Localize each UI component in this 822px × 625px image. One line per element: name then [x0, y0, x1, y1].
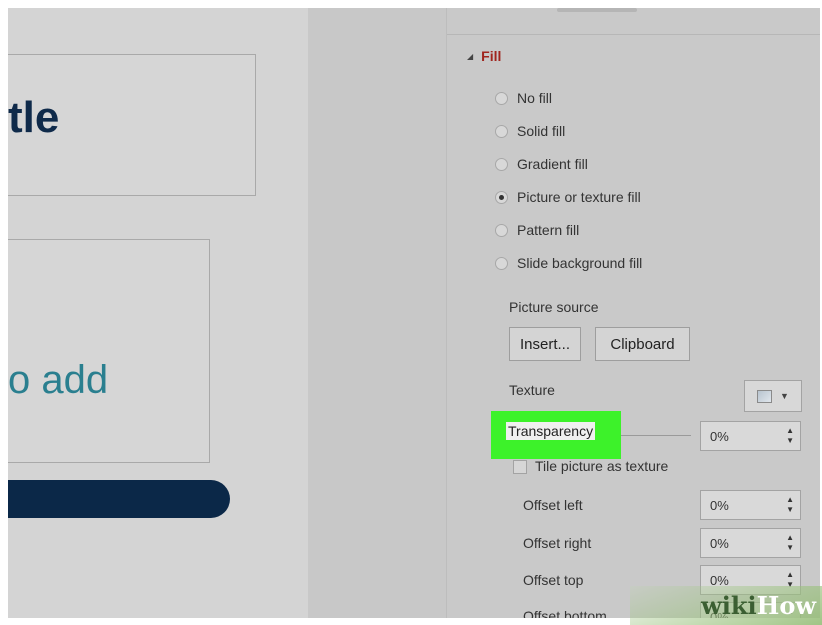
- fill-option-label: No fill: [517, 90, 553, 106]
- spinner-arrows-icon[interactable]: ▲▼: [786, 533, 794, 553]
- tile-label: Tile picture as texture: [535, 458, 669, 474]
- slide-canvas: tle o add: [8, 8, 308, 618]
- offset-right-value: 0%: [710, 535, 729, 551]
- fill-option-solid-fill[interactable]: Solid fill: [495, 123, 565, 139]
- wikihow-watermark: wiki How: [630, 586, 822, 625]
- fill-section-label: Fill: [481, 48, 502, 64]
- fill-option-label: Slide background fill: [517, 255, 643, 271]
- radio-picture-texture-fill[interactable]: [495, 190, 508, 204]
- fill-option-label: Solid fill: [517, 123, 566, 139]
- slide-title-text: tle: [8, 93, 60, 142]
- radio-no-fill[interactable]: [495, 91, 508, 105]
- fill-option-no-fill[interactable]: No fill: [495, 90, 552, 106]
- fill-option-gradient-fill[interactable]: Gradient fill: [495, 156, 588, 172]
- offset-right-spinner[interactable]: 0% ▲ ▼: [700, 528, 801, 558]
- screenshot-frame: tle o add ◢ Fill No fill Solid fill Grad…: [8, 8, 820, 618]
- fill-option-label: Pattern fill: [517, 222, 580, 238]
- radio-slide-background-fill[interactable]: [495, 256, 508, 270]
- content-placeholder[interactable]: [8, 239, 210, 463]
- collapse-caret-icon: ◢: [467, 51, 474, 61]
- transparency-label: Transparency: [506, 422, 596, 440]
- slide-body-text: o add: [8, 358, 109, 402]
- offset-bottom-label: Offset bottom: [523, 608, 607, 618]
- offset-top-label: Offset top: [523, 572, 584, 588]
- decorative-bar: [8, 480, 230, 518]
- fill-option-label: Picture or texture fill: [517, 189, 641, 205]
- fill-option-label: Gradient fill: [517, 156, 588, 172]
- offset-left-spinner[interactable]: 0% ▲ ▼: [700, 490, 801, 520]
- format-background-pane: ◢ Fill No fill Solid fill Gradient fill …: [446, 8, 820, 618]
- watermark-part2: How: [756, 591, 816, 620]
- fill-option-slide-background-fill[interactable]: Slide background fill: [495, 255, 642, 271]
- insert-button[interactable]: Insert...: [509, 327, 581, 361]
- transparency-value: 0%: [710, 428, 729, 444]
- transparency-spinner[interactable]: 0% ▲ ▼: [700, 421, 801, 451]
- offset-left-label: Offset left: [523, 497, 583, 513]
- fill-section-header[interactable]: ◢ Fill: [467, 48, 501, 64]
- texture-swatch-icon: [757, 389, 773, 403]
- offset-right-label: Offset right: [523, 535, 592, 551]
- texture-dropdown[interactable]: ▼: [744, 380, 802, 412]
- chevron-down-icon: ▼: [780, 391, 789, 401]
- spinner-arrows-icon[interactable]: ▲▼: [786, 426, 794, 446]
- picture-source-label: Picture source: [509, 299, 599, 315]
- pane-divider: [447, 34, 820, 35]
- offset-left-value: 0%: [710, 497, 729, 513]
- radio-solid-fill[interactable]: [495, 124, 508, 138]
- radio-pattern-fill[interactable]: [495, 223, 508, 237]
- fill-option-picture-texture-fill[interactable]: Picture or texture fill: [495, 189, 641, 205]
- pane-tab-indicator: [557, 8, 637, 12]
- watermark-part1: wiki: [701, 591, 757, 620]
- clipboard-button[interactable]: Clipboard: [595, 327, 690, 361]
- spinner-arrows-icon[interactable]: ▲▼: [786, 495, 794, 515]
- tile-checkbox[interactable]: [513, 460, 527, 474]
- fill-option-pattern-fill[interactable]: Pattern fill: [495, 222, 579, 238]
- transparency-slider[interactable]: [621, 435, 691, 436]
- texture-label: Texture: [509, 382, 555, 398]
- radio-gradient-fill[interactable]: [495, 157, 508, 171]
